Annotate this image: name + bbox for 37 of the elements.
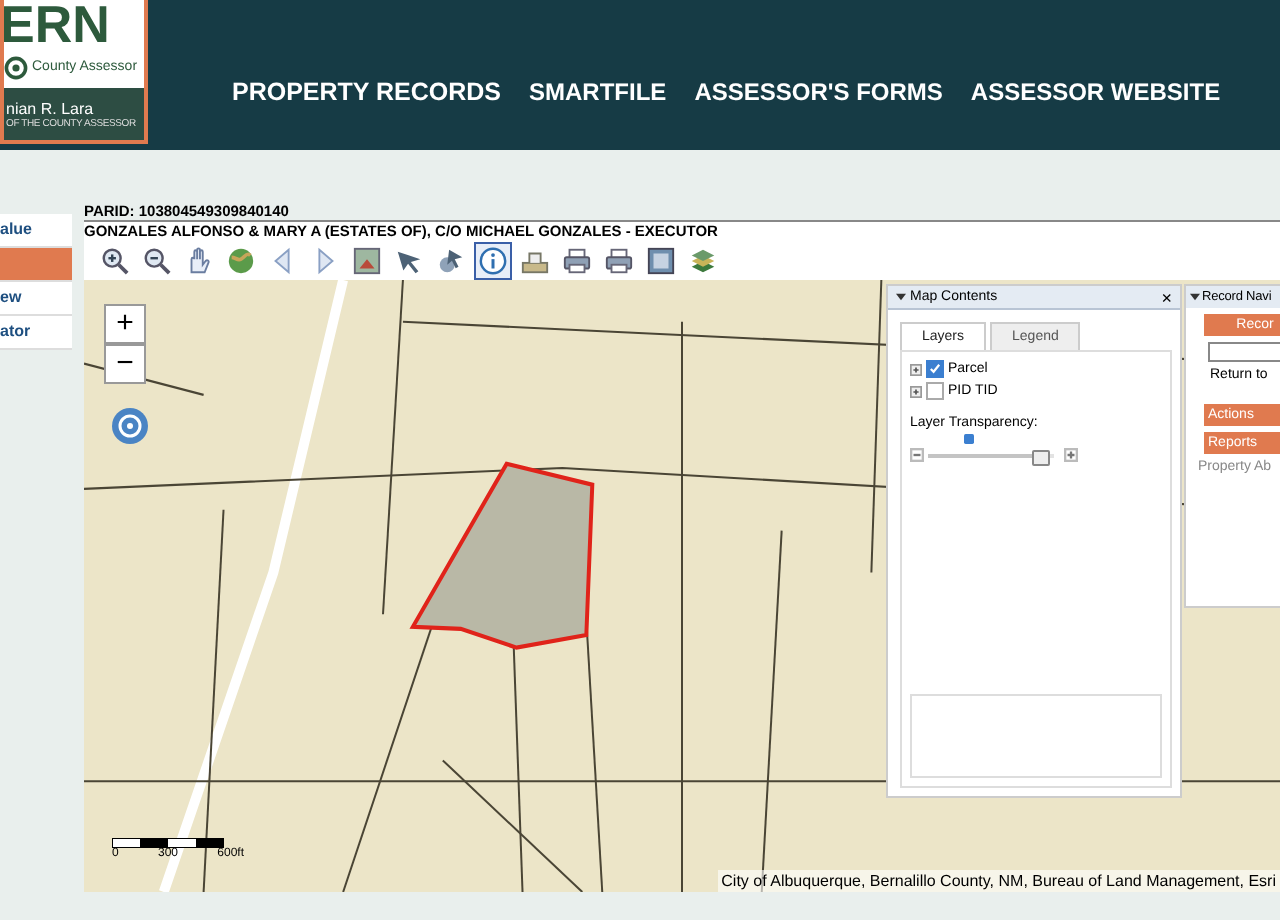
panel-icon	[646, 245, 676, 275]
globe-icon	[226, 245, 256, 275]
layer-checkbox[interactable]	[926, 382, 944, 400]
map-icon	[352, 245, 382, 275]
slider-thumb[interactable]	[1031, 449, 1050, 465]
sidebar-item[interactable]: ator	[0, 316, 72, 350]
caret-icon[interactable]	[1190, 292, 1200, 302]
expand-icon[interactable]	[910, 385, 922, 397]
map-attribution: City of Albuquerque, Bernalillo County, NM, Bureau of Land Management, Esri	[717, 870, 1280, 892]
sidebar-item[interactable]: alue	[0, 214, 72, 248]
select-icon	[436, 245, 466, 275]
locate-icon[interactable]	[110, 406, 150, 446]
info-tool[interactable]	[474, 241, 512, 279]
layers-icon	[688, 245, 718, 275]
minus-icon[interactable]	[910, 448, 924, 462]
logo-wordmark: ERN	[4, 0, 110, 48]
zoom-in-icon	[100, 245, 130, 275]
nav-link[interactable]: PROPERTY RECORDS	[232, 77, 502, 105]
zoom-out-icon	[142, 245, 172, 275]
sidebar-item[interactable]: ew	[0, 282, 72, 316]
plus-icon[interactable]	[1064, 448, 1078, 462]
print-icon	[604, 245, 634, 275]
expand-icon[interactable]	[910, 363, 922, 375]
info-icon	[478, 245, 508, 275]
assessor-name: nian R. Lara	[6, 99, 96, 117]
zoom-in-button[interactable]: +	[104, 304, 146, 344]
slider-tooltip-icon	[964, 434, 974, 444]
nav-link[interactable]: ASSESSOR'S FORMS	[694, 77, 943, 105]
seal-icon	[4, 56, 28, 80]
close-button[interactable]: ×	[1161, 287, 1172, 307]
nav-link[interactable]: ASSESSOR WEBSITE	[970, 77, 1221, 105]
caret-icon[interactable]	[896, 292, 906, 302]
zoom-out-button[interactable]: −	[104, 344, 146, 384]
nav-link[interactable]: SMARTFILE	[529, 77, 667, 105]
scale-bar	[112, 838, 224, 848]
print-icon	[562, 245, 592, 275]
layer-checkbox[interactable]	[926, 360, 944, 378]
